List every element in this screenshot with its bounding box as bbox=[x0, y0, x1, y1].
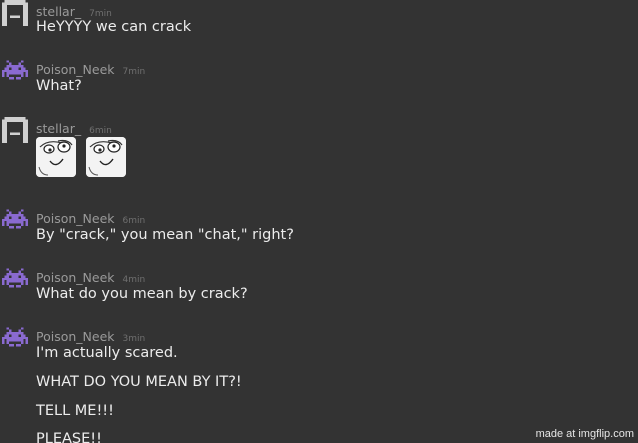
purple-space-invader-avatar-icon[interactable] bbox=[2, 58, 28, 84]
timestamp: 7min bbox=[122, 67, 146, 77]
message-text: What? bbox=[36, 78, 82, 94]
message-text: WHAT DO YOU MEAN BY IT?! bbox=[36, 374, 242, 390]
gray-pixel-avatar-icon[interactable] bbox=[2, 0, 28, 26]
purple-space-invader-avatar-icon[interactable] bbox=[2, 266, 28, 292]
message-text: By "crack," you mean "chat," right? bbox=[36, 227, 294, 243]
message-text: I'm actually scared. bbox=[36, 345, 178, 361]
username[interactable]: stellar_ bbox=[36, 4, 81, 19]
username[interactable]: Poison_Neek bbox=[36, 329, 115, 344]
derp-face-emote-icon bbox=[86, 137, 126, 177]
gray-pixel-avatar-icon[interactable] bbox=[2, 117, 28, 143]
timestamp: 3min bbox=[122, 334, 146, 344]
timestamp: 6min bbox=[89, 126, 112, 136]
username[interactable]: Poison_Neek bbox=[36, 211, 115, 226]
username[interactable]: Poison_Neek bbox=[36, 62, 115, 77]
username[interactable]: stellar_ bbox=[36, 121, 81, 136]
derp-face-emote-icon bbox=[36, 137, 76, 177]
message-text: TELL ME!!! bbox=[36, 403, 114, 419]
message-text: HeYYYY we can crack bbox=[36, 19, 192, 35]
timestamp: 7min bbox=[89, 9, 112, 19]
username[interactable]: Poison_Neek bbox=[36, 270, 115, 285]
chat-log: stellar_ 7min HeYYYY we can crack Poison_ bbox=[0, 0, 638, 443]
message-text: What do you mean by crack? bbox=[36, 286, 248, 302]
timestamp: 6min bbox=[122, 216, 146, 226]
timestamp: 4min bbox=[122, 275, 146, 285]
message-text: PLEASE!! bbox=[36, 431, 102, 443]
purple-space-invader-avatar-icon[interactable] bbox=[2, 207, 28, 233]
imgflip-watermark: made at imgflip.com bbox=[535, 428, 634, 440]
purple-space-invader-avatar-icon[interactable] bbox=[2, 325, 28, 351]
